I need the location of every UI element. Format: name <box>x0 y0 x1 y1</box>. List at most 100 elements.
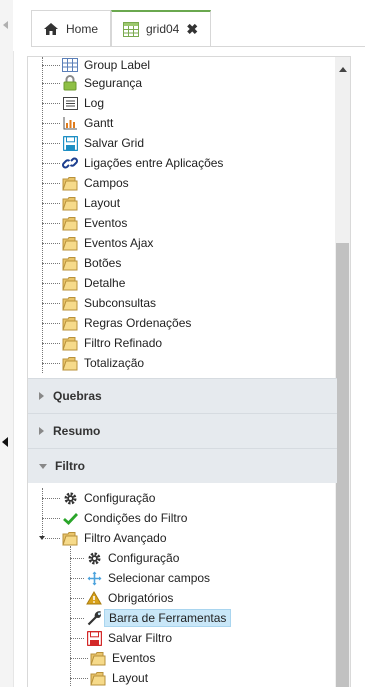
tree-item-label: Eventos <box>112 651 156 665</box>
caret-down-icon <box>39 463 47 469</box>
tree-item-condicoes-filtro[interactable]: Condições do Filtro <box>62 508 187 528</box>
tree-item-child-layout[interactable]: Layout <box>90 668 148 687</box>
tree-item-label: Filtro Refinado <box>84 336 163 350</box>
folder-icon <box>62 355 78 371</box>
tree-item-ligacoes[interactable]: Ligações entre Aplicações <box>62 153 223 173</box>
tree-item-log[interactable]: Log <box>62 93 104 113</box>
tree-item-salvar-filtro[interactable]: Salvar Filtro <box>86 628 172 648</box>
save-icon <box>62 135 78 151</box>
folder-icon <box>62 315 78 331</box>
folder-icon <box>62 215 78 231</box>
tree-item-label: Salvar Filtro <box>108 631 173 645</box>
gantt-icon <box>62 115 78 131</box>
tree-item-label: Subconsultas <box>84 296 157 310</box>
tree-item-seguranca[interactable]: Segurança <box>62 73 142 93</box>
tab-grid04[interactable]: grid04 ✖ <box>111 10 211 46</box>
tree-item-label: Log <box>84 96 105 110</box>
section-resumo[interactable]: Resumo <box>28 413 337 448</box>
tree-item-totalizacao[interactable]: Totalização <box>62 353 144 373</box>
check-icon <box>62 510 78 526</box>
panel-toggle-arrow-icon[interactable] <box>2 437 8 447</box>
tree-item-selecionar-campos[interactable]: Selecionar campos <box>86 568 210 588</box>
section-label: Resumo <box>53 424 101 438</box>
tab-label: grid04 <box>146 22 180 36</box>
tree-item-label: Ligações entre Aplicações <box>84 156 224 170</box>
section-label: Filtro <box>55 459 85 473</box>
tree-item-label: Filtro Avançado <box>84 531 167 545</box>
section-label: Quebras <box>53 389 102 403</box>
tree-item-label: Botões <box>84 256 122 270</box>
tree-item-label: Configuração <box>108 551 180 565</box>
tree-item-label: Selecionar campos <box>108 571 211 585</box>
tree-item-label: Eventos <box>84 216 128 230</box>
tree-item-child-configuracao[interactable]: Configuração <box>86 548 179 568</box>
tree-item-label: Detalhe <box>84 276 126 290</box>
tree-item-filtro-refinado[interactable]: Filtro Refinado <box>62 333 162 353</box>
section-filtro[interactable]: Filtro <box>28 448 337 483</box>
vertical-scrollbar[interactable] <box>335 57 350 687</box>
wrench-icon <box>86 610 102 626</box>
caret-right-icon <box>39 427 44 435</box>
folder-icon <box>90 670 106 686</box>
folder-icon <box>90 650 106 666</box>
link-icon <box>62 155 78 171</box>
grid-icon <box>123 21 139 37</box>
tree-item-label: Campos <box>84 176 129 190</box>
lock-icon <box>62 75 78 91</box>
tree-item-label: Condições do Filtro <box>84 511 188 525</box>
tree-item-subconsultas[interactable]: Subconsultas <box>62 293 156 313</box>
home-icon <box>43 22 59 36</box>
tab-home[interactable]: Home <box>31 10 111 46</box>
tree-item-configuracao[interactable]: Configuração <box>62 488 155 508</box>
move-icon <box>86 570 102 586</box>
tree-item-child-eventos[interactable]: Eventos <box>90 648 155 668</box>
tree-item-label: Regras Ordenações <box>84 316 192 330</box>
save-red-icon <box>86 630 102 646</box>
tree-item-label: Salvar Grid <box>84 136 145 150</box>
tree-item-label: Layout <box>84 196 121 210</box>
collapse-arrow-icon[interactable] <box>3 21 8 29</box>
tree-item-label: Barra de Ferramentas <box>104 609 232 627</box>
tree-item-label: Segurança <box>84 76 143 90</box>
scrollbar-thumb[interactable] <box>336 243 349 687</box>
tab-label: Home <box>66 21 99 36</box>
tree-item-botoes[interactable]: Botões <box>62 253 121 273</box>
left-collapse-bar[interactable] <box>0 0 14 687</box>
tree-item-label: Layout <box>112 671 149 685</box>
tree-item-gantt[interactable]: Gantt <box>62 113 113 133</box>
folder-icon <box>62 235 78 251</box>
tree-item-label: Group Label <box>84 58 151 72</box>
tree-item-barra-ferramentas[interactable]: Barra de Ferramentas <box>86 608 232 628</box>
folder-icon <box>62 175 78 191</box>
tree-item-regras-ordenacoes[interactable]: Regras Ordenações <box>62 313 191 333</box>
folder-icon <box>62 255 78 271</box>
tab-bar-divider <box>31 46 365 47</box>
tab-bar: Home grid04 ✖ <box>13 0 365 51</box>
tree-item-obrigatorios[interactable]: Obrigatórios <box>86 588 173 608</box>
folder-icon <box>62 295 78 311</box>
gear-icon <box>62 490 78 506</box>
tree-item-eventos-ajax[interactable]: Eventos Ajax <box>62 233 153 253</box>
tree-item-label: Totalização <box>84 356 145 370</box>
tree-item-layout[interactable]: Layout <box>62 193 120 213</box>
tree-item-label: Obrigatórios <box>108 591 174 605</box>
tree-item-campos[interactable]: Campos <box>62 173 129 193</box>
close-icon[interactable]: ✖ <box>186 21 198 38</box>
warning-icon <box>86 590 102 606</box>
tree-item-detalhe[interactable]: Detalhe <box>62 273 125 293</box>
tree-panel: Group Label Segurança Log Gantt Salvar G… <box>27 56 351 687</box>
tree-item-label: Configuração <box>84 491 156 505</box>
tree-item-label: Gantt <box>84 116 114 130</box>
folder-icon <box>62 195 78 211</box>
scroll-up-arrow-icon[interactable] <box>339 67 347 72</box>
group-label-icon <box>62 57 78 73</box>
log-icon <box>62 95 78 111</box>
tree-item-salvar-grid[interactable]: Salvar Grid <box>62 133 144 153</box>
tree-item-eventos[interactable]: Eventos <box>62 213 127 233</box>
tree-item-filtro-avancado[interactable]: Filtro Avançado <box>62 528 167 548</box>
section-quebras[interactable]: Quebras <box>28 378 337 413</box>
gear-icon <box>86 550 102 566</box>
folder-icon <box>62 335 78 351</box>
folder-icon <box>62 530 78 546</box>
caret-right-icon <box>39 392 44 400</box>
